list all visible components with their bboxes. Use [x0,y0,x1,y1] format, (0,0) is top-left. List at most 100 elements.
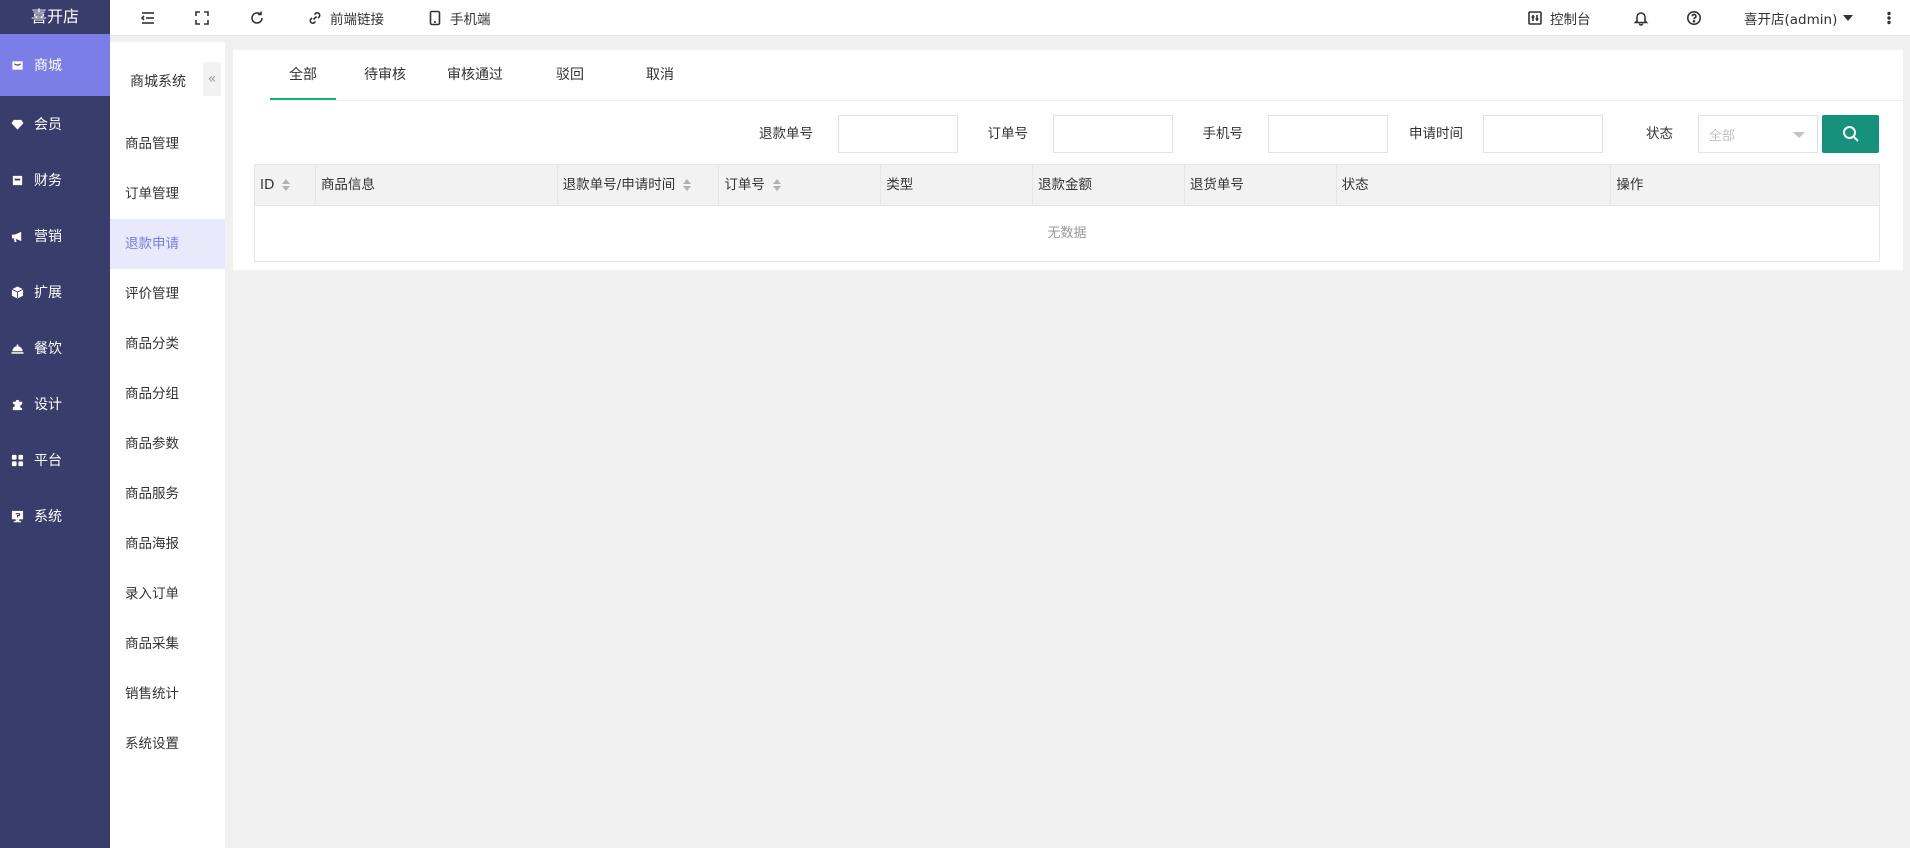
column-header: 状态 [1337,165,1612,205]
column-header-label: 订单号 [724,177,765,193]
console-icon [1528,11,1542,25]
main-nav-label: 系统 [34,509,62,525]
main-nav-item[interactable]: 营销 [0,208,110,264]
user-menu[interactable]: 喜开店(admin) [1744,0,1854,36]
column-header-label: ID [260,177,275,193]
main-nav-label: 会员 [34,117,62,133]
refresh-icon [251,11,263,24]
sub-nav-item[interactable]: 商品海报 [110,519,225,569]
megaphone-icon [10,229,24,243]
system-monitor-icon [10,509,24,523]
collapse-subnav-button[interactable]: « [203,62,221,96]
sub-nav-item[interactable]: 商品分类 [110,319,225,369]
link-icon [309,12,321,24]
main-nav-item[interactable]: 餐饮 [0,320,110,376]
member-gem-icon [10,117,24,131]
cube-icon [10,285,24,299]
help-button[interactable] [1686,0,1702,36]
sort-icon[interactable] [772,179,781,191]
search-icon [1842,126,1859,142]
column-header[interactable]: 退款单号/申请时间 [558,165,720,205]
console-label: 控制台 [1550,12,1591,28]
sub-nav-item[interactable]: 订单管理 [110,169,225,219]
search-button[interactable] [1822,115,1879,153]
sub-nav-title: 商城系统 [130,73,186,90]
column-header: 退款金额 [1033,165,1185,205]
main-nav-item[interactable]: 扩展 [0,264,110,320]
sub-nav-item[interactable]: 退款申请 [110,219,225,269]
status-tab[interactable]: 驳回 [540,50,600,100]
apply-time-input[interactable] [1483,115,1603,153]
main-nav-label: 平台 [34,453,62,469]
column-header: 退货单号 [1185,165,1337,205]
column-header-label: 退款金额 [1038,177,1093,193]
console-button[interactable]: 控制台 [1527,0,1591,36]
status-tab[interactable]: 审核通过 [435,50,515,100]
refresh-button[interactable] [249,0,265,36]
sub-nav-item[interactable]: 录入订单 [110,569,225,619]
main-nav-item[interactable]: 系统 [0,488,110,544]
sub-nav-header: 商城系统 « [110,42,225,119]
status-tab[interactable]: 取消 [625,50,695,100]
notifications-button[interactable] [1633,0,1649,36]
help-circle-icon [1687,11,1701,25]
column-header: 类型 [881,165,1034,205]
sub-nav-item[interactable]: 系统设置 [110,719,225,769]
puzzle-icon [10,397,24,411]
order-no-label: 订单号 [987,126,1029,142]
sort-icon[interactable] [683,179,692,191]
sub-nav-item[interactable]: 商品采集 [110,619,225,669]
more-options-button[interactable] [1881,0,1897,36]
sub-nav: 商城系统 « 商品管理 订单管理 退款申请 评价管理 商品分类 商品分组 商品参数 商品服务商… [110,42,225,848]
status-select[interactable]: 全部 [1698,115,1818,153]
main-nav-item[interactable]: 财务 [0,152,110,208]
mobile-button[interactable]: 手机端 [427,0,491,36]
main-nav-item[interactable]: 设计 [0,376,110,432]
brand-logo[interactable]: 喜开店 [0,0,110,34]
status-tab[interactable]: 待审核 [345,50,425,100]
column-header-label: 类型 [886,177,914,193]
column-header-label: 退货单号 [1189,177,1244,193]
main-nav-label: 商城 [34,58,62,74]
main-nav-label: 营销 [34,229,62,245]
sub-nav-item[interactable]: 商品参数 [110,419,225,469]
front-link-button[interactable]: 前端链接 [307,0,384,36]
sub-nav-item[interactable]: 商品分组 [110,369,225,419]
tablet-icon [429,10,441,26]
main-nav-item[interactable]: 平台 [0,432,110,488]
top-bar: 前端链接 手机端 控制台 喜开店(admin) [110,0,1910,36]
front-link-label: 前端链接 [330,12,384,28]
double-chevron-left-icon: « [207,71,217,87]
main-nav-label: 设计 [34,397,62,413]
refund-no-input[interactable] [838,115,958,153]
mobile-label: 手机端 [450,12,491,28]
order-no-input[interactable] [1053,115,1173,153]
table-header: ID 商品信息 退款单号/申请时间 订单号 类型 退款金额 退货单号 状态 操作 [255,165,1879,206]
column-header[interactable]: ID [255,165,316,205]
status-select-value: 全部 [1709,128,1736,144]
sub-nav-item[interactable]: 销售统计 [110,669,225,719]
main-nav-label: 餐饮 [34,341,62,357]
sub-nav-item[interactable]: 商品管理 [110,119,225,169]
column-header[interactable]: 订单号 [719,165,882,205]
status-tab[interactable]: 全部 [270,50,336,100]
user-name: 喜开店(admin) [1744,12,1838,28]
grid-apps-icon [10,453,24,467]
sub-nav-item[interactable]: 评价管理 [110,269,225,319]
column-header: 商品信息 [316,165,558,205]
column-header-label: 状态 [1341,177,1369,193]
main-nav-item[interactable]: 会员 [0,96,110,152]
refund-table: ID 商品信息 退款单号/申请时间 订单号 类型 退款金额 退货单号 状态 操作 无数据 [254,164,1880,262]
fullscreen-button[interactable] [194,0,210,36]
main-nav-label: 扩展 [34,285,62,301]
shop-bag-icon [10,58,24,72]
column-header-label: 退款单号/申请时间 [562,177,676,193]
phone-label: 手机号 [1202,126,1244,142]
sort-icon[interactable] [282,179,291,191]
main-nav-item[interactable]: 商城 [0,34,110,96]
phone-input[interactable] [1268,115,1388,153]
toggle-sidebar-button[interactable] [140,0,156,36]
sub-nav-item[interactable]: 商品服务 [110,469,225,519]
content-card: 全部 待审核 审核通过 驳回 取消 退款单号 订单号 手机号 申请时间 状态 全部 ID… [233,50,1903,270]
column-header-label: 商品信息 [320,177,375,193]
